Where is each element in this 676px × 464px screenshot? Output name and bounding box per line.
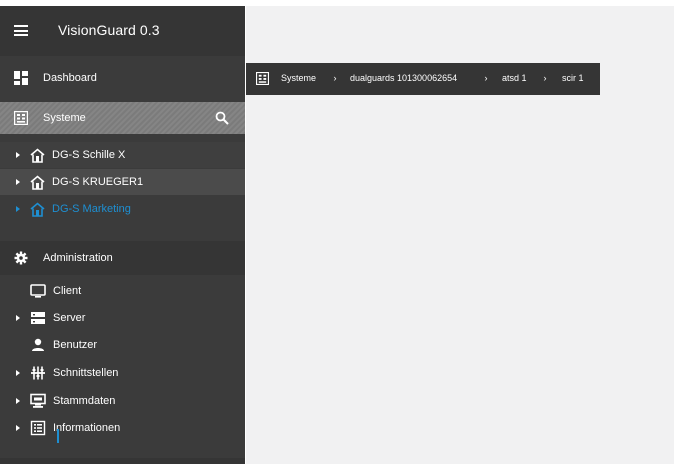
- user-icon: [32, 338, 44, 351]
- master-data-icon: [30, 393, 46, 408]
- admin-item-informationen[interactable]: Informationen: [0, 415, 245, 441]
- app-header: VisionGuard 0.3: [0, 6, 245, 56]
- admin-item-label: Client: [53, 285, 82, 297]
- system-panel-icon: [14, 111, 28, 125]
- nav-dashboard[interactable]: Dashboard: [0, 63, 245, 93]
- admin-item-label: Stammdaten: [53, 395, 116, 407]
- text-cursor: [57, 429, 59, 443]
- nav-administration[interactable]: Administration: [0, 241, 245, 275]
- breadcrumb-separator: ›: [333, 73, 337, 83]
- admin-item-schnittstellen[interactable]: Schnittstellen: [0, 360, 245, 386]
- breadcrumb-separator: ›: [543, 73, 547, 83]
- server-icon: [31, 312, 45, 324]
- breadcrumb-separator: ›: [484, 73, 488, 83]
- nav-systeme[interactable]: Systeme: [0, 102, 245, 134]
- info-list-icon: [30, 420, 46, 436]
- tree-item-system[interactable]: DG-S Schille X: [0, 142, 245, 168]
- admin-item-client[interactable]: Client: [0, 278, 245, 304]
- nav-systeme-label: Systeme: [43, 112, 86, 124]
- breadcrumb: Systeme › dualguards 101300062654 › atsd…: [246, 63, 600, 95]
- system-panel-icon: [256, 72, 269, 85]
- expand-arrow-icon[interactable]: [16, 206, 20, 212]
- dashboard-icon: [14, 71, 28, 85]
- admin-item-server[interactable]: Server: [0, 305, 245, 331]
- expand-arrow-icon[interactable]: [16, 315, 20, 321]
- tree-item-label: DG-S Marketing: [52, 203, 131, 215]
- app-frame: VisionGuard 0.3 Dashboard Systeme DG-S S…: [0, 0, 676, 464]
- hamburger-menu-icon[interactable]: [14, 25, 28, 36]
- monitor-icon: [30, 284, 46, 298]
- admin-item-label: Schnittstellen: [53, 367, 119, 379]
- house-icon: [30, 174, 45, 190]
- tree-item-label: DG-S KRUEGER1: [52, 176, 144, 188]
- expand-arrow-icon[interactable]: [16, 425, 20, 431]
- expand-arrow-icon[interactable]: [16, 398, 20, 404]
- tree-item-system-active[interactable]: DG-S Marketing: [0, 196, 245, 222]
- app-title: VisionGuard 0.3: [58, 22, 160, 38]
- admin-item-label: Server: [53, 312, 86, 324]
- admin-item-stammdaten[interactable]: Stammdaten: [0, 388, 245, 414]
- admin-item-label: Benutzer: [53, 339, 98, 351]
- nav-dashboard-label: Dashboard: [43, 72, 97, 84]
- search-icon[interactable]: [215, 111, 229, 125]
- tree-item-system[interactable]: DG-S KRUEGER1: [0, 169, 245, 195]
- expand-arrow-icon[interactable]: [16, 370, 20, 376]
- breadcrumb-item-dualguards[interactable]: dualguards 101300062654: [350, 73, 457, 83]
- admin-item-benutzer[interactable]: Benutzer: [0, 332, 245, 358]
- house-icon: [30, 201, 45, 217]
- interfaces-icon: [31, 366, 45, 380]
- gear-icon: [14, 251, 28, 265]
- nav-administration-label: Administration: [43, 252, 113, 264]
- expand-arrow-icon[interactable]: [16, 152, 20, 158]
- admin-item-label: Informationen: [53, 422, 121, 434]
- breadcrumb-item-scir[interactable]: scir 1: [562, 73, 584, 83]
- tree-item-label: DG-S Schille X: [52, 149, 126, 161]
- house-icon: [30, 147, 45, 163]
- breadcrumb-item-systeme[interactable]: Systeme: [281, 73, 316, 83]
- expand-arrow-icon[interactable]: [16, 179, 20, 185]
- breadcrumb-item-atsd[interactable]: atsd 1: [502, 73, 527, 83]
- sidebar-footer-strip: [0, 458, 245, 464]
- sidebar: VisionGuard 0.3 Dashboard Systeme DG-S S…: [0, 6, 245, 464]
